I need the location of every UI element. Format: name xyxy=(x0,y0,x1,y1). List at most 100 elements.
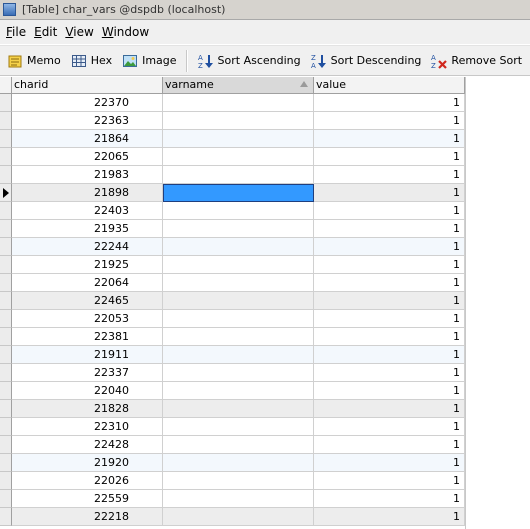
cell-value[interactable]: 1 xyxy=(314,202,465,220)
cell-value[interactable]: 1 xyxy=(314,274,465,292)
cell-value[interactable]: 1 xyxy=(314,490,465,508)
row-header[interactable] xyxy=(0,454,12,472)
cell-value[interactable]: 1 xyxy=(314,346,465,364)
table-row[interactable]: 22465 1 xyxy=(0,292,465,310)
cell-varname[interactable] xyxy=(163,94,314,112)
cell-varname[interactable] xyxy=(163,220,314,238)
cell-charid[interactable]: 22403 xyxy=(12,202,163,220)
column-header-value[interactable]: value xyxy=(314,77,465,94)
cell-varname[interactable] xyxy=(163,508,314,526)
cell-charid[interactable]: 21828 xyxy=(12,400,163,418)
column-header-varname[interactable]: varname xyxy=(163,77,314,94)
row-header[interactable] xyxy=(0,94,12,112)
cell-value[interactable]: 1 xyxy=(314,238,465,256)
menu-window[interactable]: Window xyxy=(102,25,149,39)
table-row[interactable]: 22244 1 xyxy=(0,238,465,256)
cell-charid[interactable]: 22064 xyxy=(12,274,163,292)
cell-charid[interactable]: 22040 xyxy=(12,382,163,400)
cell-charid[interactable]: 21920 xyxy=(12,454,163,472)
cell-charid[interactable]: 22310 xyxy=(12,418,163,436)
row-header[interactable] xyxy=(0,382,12,400)
memo-button[interactable]: Memo xyxy=(4,49,64,73)
table-row[interactable]: 22559 1 xyxy=(0,490,465,508)
cell-value[interactable]: 1 xyxy=(314,292,465,310)
table-row[interactable]: 22337 1 xyxy=(0,364,465,382)
cell-value[interactable]: 1 xyxy=(314,184,465,202)
cell-varname[interactable] xyxy=(163,166,314,184)
row-header[interactable] xyxy=(0,490,12,508)
cell-charid[interactable]: 22465 xyxy=(12,292,163,310)
row-header[interactable] xyxy=(0,256,12,274)
table-row[interactable]: 22363 1 xyxy=(0,112,465,130)
cell-charid[interactable]: 21935 xyxy=(12,220,163,238)
cell-charid[interactable]: 22381 xyxy=(12,328,163,346)
sort-descending-button[interactable]: Z A Sort Descending xyxy=(308,49,425,73)
cell-value[interactable]: 1 xyxy=(314,454,465,472)
table-row[interactable]: 21911 1 xyxy=(0,346,465,364)
cell-varname[interactable] xyxy=(163,490,314,508)
cell-charid[interactable]: 22370 xyxy=(12,94,163,112)
row-header[interactable] xyxy=(0,364,12,382)
cell-varname[interactable] xyxy=(163,472,314,490)
cell-varname[interactable] xyxy=(163,148,314,166)
cell-value[interactable]: 1 xyxy=(314,364,465,382)
table-row[interactable]: 22026 1 xyxy=(0,472,465,490)
cell-value[interactable]: 1 xyxy=(314,508,465,526)
row-header[interactable] xyxy=(0,148,12,166)
menu-file[interactable]: File xyxy=(6,25,26,39)
cell-charid[interactable]: 22053 xyxy=(12,310,163,328)
cell-value[interactable]: 1 xyxy=(314,148,465,166)
cell-charid[interactable]: 22026 xyxy=(12,472,163,490)
row-header[interactable] xyxy=(0,508,12,526)
row-header[interactable] xyxy=(0,328,12,346)
cell-varname[interactable] xyxy=(163,238,314,256)
row-header[interactable] xyxy=(0,418,12,436)
table-row[interactable]: 21920 1 xyxy=(0,454,465,472)
cell-charid[interactable]: 22559 xyxy=(12,490,163,508)
cell-varname[interactable] xyxy=(163,274,314,292)
table-row[interactable]: 22370 1 xyxy=(0,94,465,112)
cell-varname[interactable] xyxy=(163,256,314,274)
row-header[interactable] xyxy=(0,436,12,454)
table-row[interactable]: 21828 1 xyxy=(0,400,465,418)
cell-value[interactable]: 1 xyxy=(314,418,465,436)
row-header[interactable] xyxy=(0,112,12,130)
hex-button[interactable]: Hex xyxy=(68,49,115,73)
cell-charid[interactable]: 22363 xyxy=(12,112,163,130)
cell-value[interactable]: 1 xyxy=(314,382,465,400)
cell-varname[interactable] xyxy=(163,454,314,472)
cell-charid[interactable]: 21864 xyxy=(12,130,163,148)
table-row[interactable]: 21898 1 xyxy=(0,184,465,202)
cell-varname[interactable] xyxy=(163,418,314,436)
column-header-charid[interactable]: charid xyxy=(12,77,163,94)
table-row[interactable]: 22428 1 xyxy=(0,436,465,454)
cell-varname[interactable] xyxy=(163,130,314,148)
row-header[interactable] xyxy=(0,472,12,490)
cell-varname[interactable] xyxy=(163,400,314,418)
cell-varname[interactable] xyxy=(163,364,314,382)
cell-varname[interactable] xyxy=(163,310,314,328)
cell-varname[interactable] xyxy=(163,292,314,310)
cell-charid[interactable]: 22337 xyxy=(12,364,163,382)
menu-view[interactable]: View xyxy=(65,25,93,39)
image-button[interactable]: Image xyxy=(119,49,179,73)
table-row[interactable]: 22403 1 xyxy=(0,202,465,220)
table-row[interactable]: 22053 1 xyxy=(0,310,465,328)
cell-value[interactable]: 1 xyxy=(314,472,465,490)
cell-varname[interactable] xyxy=(163,328,314,346)
row-header[interactable] xyxy=(0,184,12,202)
table-row[interactable]: 22310 1 xyxy=(0,418,465,436)
cell-charid[interactable]: 22218 xyxy=(12,508,163,526)
cell-charid[interactable]: 21911 xyxy=(12,346,163,364)
cell-charid[interactable]: 22244 xyxy=(12,238,163,256)
cell-charid[interactable]: 21983 xyxy=(12,166,163,184)
table-row[interactable]: 22381 1 xyxy=(0,328,465,346)
table-row[interactable]: 21925 1 xyxy=(0,256,465,274)
cell-value[interactable]: 1 xyxy=(314,400,465,418)
row-header[interactable] xyxy=(0,202,12,220)
menu-edit[interactable]: Edit xyxy=(34,25,57,39)
cell-value[interactable]: 1 xyxy=(314,220,465,238)
row-header[interactable] xyxy=(0,346,12,364)
row-header[interactable] xyxy=(0,274,12,292)
cell-varname[interactable] xyxy=(163,202,314,220)
